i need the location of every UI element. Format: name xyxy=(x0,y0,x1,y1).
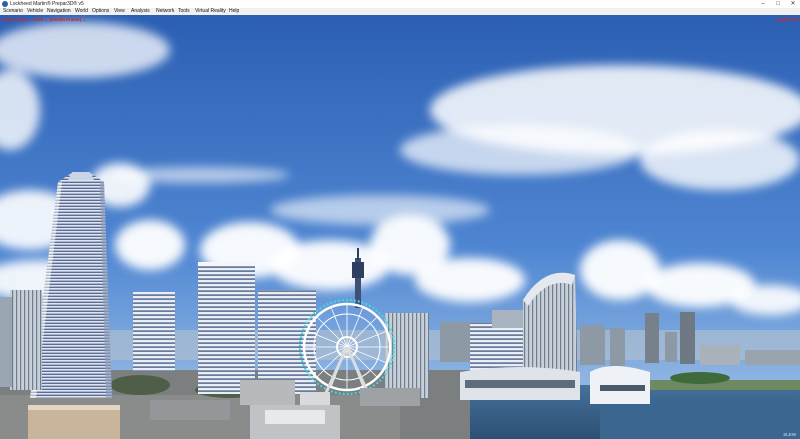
minimize-button[interactable]: – xyxy=(756,0,770,8)
tower-b xyxy=(198,262,255,394)
simulator-viewport[interactable] xyxy=(0,15,800,439)
window-title: Lockheed Martin® Prepar3D® v5 xyxy=(10,1,84,7)
sound-status-text: Sound Off xyxy=(776,17,798,22)
convention-hall xyxy=(460,366,650,404)
menu-view[interactable]: View xyxy=(114,8,125,15)
slew-indicator: SLEW xyxy=(783,432,796,437)
menu-virtual-reality[interactable]: Virtual Reality xyxy=(195,8,226,15)
tower-a xyxy=(133,292,175,372)
menu-tools[interactable]: Tools xyxy=(178,8,190,15)
menu-vehicle[interactable]: Vehicle xyxy=(27,8,43,15)
menu-analysis[interactable]: Analysis xyxy=(131,8,150,15)
menu-network[interactable]: Network xyxy=(156,8,174,15)
menu-options[interactable]: Options xyxy=(92,8,109,15)
tower-c xyxy=(258,290,316,394)
menu-navigation[interactable]: Navigation xyxy=(47,8,71,15)
close-button[interactable]: ✕ xyxy=(786,0,800,8)
menu-world[interactable]: World xyxy=(75,8,88,15)
maximize-button[interactable]: □ xyxy=(771,0,785,8)
framerate-status-text: Frame Rate ... Limit ... (Health Frame) … xyxy=(2,17,87,22)
app-icon xyxy=(2,1,8,7)
menu-scenario[interactable]: Scenario xyxy=(3,8,23,15)
menu-help[interactable]: Help xyxy=(229,8,239,15)
